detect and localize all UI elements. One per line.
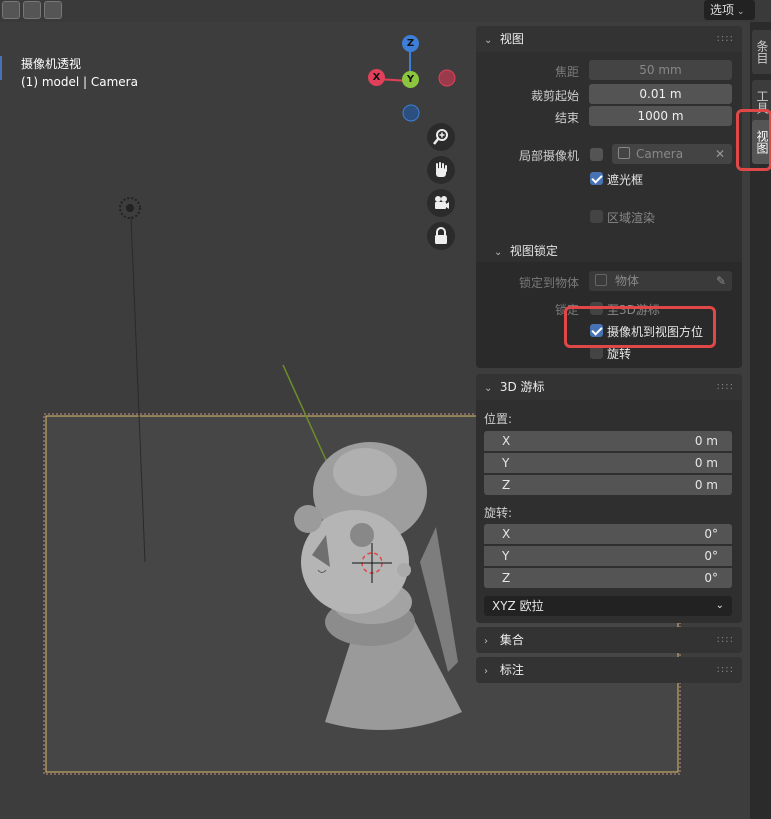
object-icon <box>595 274 607 286</box>
lock-icon[interactable] <box>427 222 455 250</box>
gizmo-neg-x[interactable] <box>438 69 456 87</box>
3d-cursor-title: 3D 游标 <box>499 380 545 394</box>
lock-object-placeholder: 物体 <box>615 274 640 288</box>
select-mode-icon[interactable] <box>2 1 20 19</box>
view-lock-header[interactable]: ⌄ 视图锁定 <box>494 242 558 259</box>
local-camera-checkbox[interactable] <box>590 148 603 161</box>
axis-value: 0 m <box>694 434 718 448</box>
camera-object-icon <box>618 147 630 159</box>
view-section-title: 视图 <box>499 32 524 46</box>
camera-icon[interactable] <box>427 189 455 217</box>
location-y-field[interactable]: Y 0 m <box>484 453 732 473</box>
close-icon[interactable]: ✕ <box>715 144 725 164</box>
highlight-box-view-tab <box>736 109 771 171</box>
axis-label: Z <box>502 478 511 492</box>
clip-end-field[interactable]: 1000 m <box>589 106 732 126</box>
axis-value: 0° <box>704 571 718 585</box>
chevron-down-icon: ⌄ <box>494 247 503 258</box>
passepartout-label: 遮光框 <box>607 173 644 187</box>
axis-value: 0 m <box>694 456 718 470</box>
axis-label: X <box>502 434 511 448</box>
collection-section[interactable]: › 集合:::: <box>476 627 742 653</box>
hand-pan-icon[interactable] <box>427 156 455 184</box>
drag-handle-icon[interactable]: :::: <box>717 627 734 653</box>
region-render-label: 区域渲染 <box>607 211 656 225</box>
location-z-field[interactable]: Z 0 m <box>484 475 732 495</box>
viewport-left-indicator <box>0 56 2 80</box>
axis-value: 0 m <box>694 478 718 492</box>
drag-handle-icon[interactable]: :::: <box>717 374 734 400</box>
gizmo-z-icon[interactable]: Z <box>402 35 419 52</box>
local-camera-field[interactable]: Camera ✕ <box>612 144 732 164</box>
zoom-icon[interactable] <box>427 123 455 151</box>
chevron-down-icon: ⌄ <box>737 7 745 17</box>
annotation-title: 标注 <box>499 663 524 677</box>
3d-cursor-header[interactable]: ⌄ 3D 游标:::: <box>476 374 742 400</box>
axis-label: Y <box>502 456 510 470</box>
light-center <box>126 204 134 212</box>
rotation-z-field[interactable]: Z 0° <box>484 568 732 588</box>
collection-title: 集合 <box>499 633 524 647</box>
gizmo-neg-z[interactable] <box>402 104 420 122</box>
model-eye <box>350 523 374 547</box>
model-cheek <box>397 563 411 577</box>
viewport-subtitle: (1) model | Camera <box>21 75 138 89</box>
chevron-down-icon: ⌄ <box>484 383 493 394</box>
clip-start-label: 裁剪起始 <box>530 89 579 103</box>
axis-label: Y <box>502 549 510 563</box>
collection-header[interactable]: › 集合:::: <box>476 627 742 653</box>
focal-length-label: 焦距 <box>554 65 579 79</box>
chevron-down-icon: ⌄ <box>484 35 493 46</box>
rotation-x-field[interactable]: X 0° <box>484 524 732 544</box>
focal-length-field[interactable]: 50 mm <box>589 60 732 80</box>
local-camera-label: 局部摄像机 <box>518 149 579 163</box>
local-camera-value: Camera <box>636 147 684 161</box>
chevron-right-icon: › <box>484 666 488 677</box>
viewport-title: 摄像机透视 <box>21 57 82 71</box>
gizmo-y-icon[interactable]: Y <box>402 71 419 88</box>
select-extend-icon[interactable] <box>23 1 41 19</box>
rotation-label: 旋转: <box>484 506 513 520</box>
select-subtract-icon[interactable] <box>44 1 62 19</box>
view-section-header[interactable]: ⌄ 视图:::: <box>476 26 742 52</box>
model-ear <box>294 505 322 533</box>
drag-handle-icon[interactable]: :::: <box>717 657 734 683</box>
rotation-mode-dropdown[interactable]: XYZ 欧拉 ⌄ <box>484 596 732 616</box>
tab-item[interactable]: 条目 <box>752 30 771 74</box>
options-dropdown[interactable]: 选项 ⌄ <box>703 0 755 20</box>
axis-value: 0° <box>704 549 718 563</box>
model-hat-top <box>333 448 397 496</box>
view-lock-title: 视图锁定 <box>509 244 558 258</box>
chevron-right-icon: › <box>484 636 488 647</box>
location-x-field[interactable]: X 0 m <box>484 431 732 451</box>
lock-object-label: 锁定到物体 <box>518 276 579 290</box>
rotation-mode-value: XYZ 欧拉 <box>492 599 544 613</box>
axis-value: 0° <box>704 527 718 541</box>
3d-cursor-section: ⌄ 3D 游标:::: 位置: X0 m Y0 m Z0 m 旋转: X 0° Y… <box>476 374 742 623</box>
drag-handle-icon[interactable]: :::: <box>717 26 734 52</box>
axis-label: Z <box>502 571 511 585</box>
annotation-section[interactable]: › 标注:::: <box>476 657 742 683</box>
rotation-y-field[interactable]: Y 0° <box>484 546 732 566</box>
clip-start-field[interactable]: 0.01 m <box>589 84 732 104</box>
eyedropper-icon[interactable]: ✎ <box>716 271 726 291</box>
gizmo-x-icon[interactable]: X <box>368 69 385 86</box>
location-label: 位置: <box>484 412 513 426</box>
sidebar-panel: ⌄ 视图:::: 焦距 50 mm 裁剪起始 0.01 m 结束 1000 m … <box>476 26 742 716</box>
axis-label: X <box>502 527 511 541</box>
clip-end-label: 结束 <box>554 111 579 125</box>
annotation-header[interactable]: › 标注:::: <box>476 657 742 683</box>
header-bar: 选项 ⌄ <box>0 0 771 22</box>
highlight-box-camera-to-view <box>564 306 716 348</box>
lock-object-field[interactable]: 物体 ✎ <box>589 271 732 291</box>
chevron-down-icon: ⌄ <box>715 600 724 611</box>
region-render-checkbox[interactable] <box>590 210 603 223</box>
options-label: 选项 <box>709 3 734 17</box>
passepartout-checkbox[interactable] <box>590 172 603 185</box>
